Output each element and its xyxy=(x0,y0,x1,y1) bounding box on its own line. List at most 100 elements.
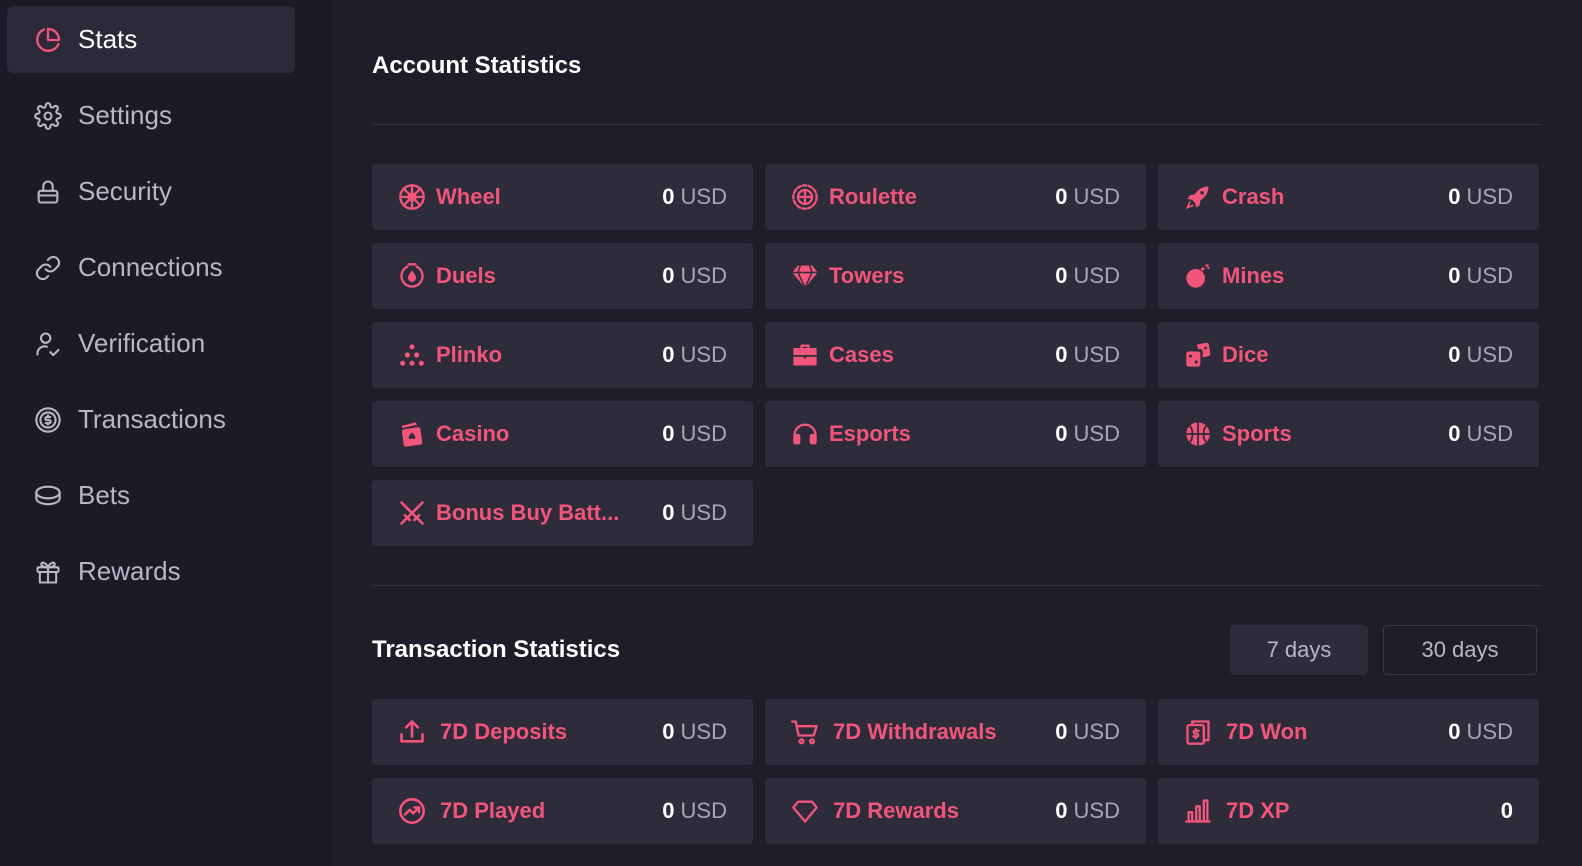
sidebar-item-security[interactable]: Security xyxy=(7,158,295,225)
gem-outline-icon xyxy=(791,797,819,825)
stat-card-label: 7D Won xyxy=(1226,719,1308,744)
divider xyxy=(372,124,1541,125)
sidebar-item-verification[interactable]: Verification xyxy=(7,310,295,377)
stat-card-value: 0 USD xyxy=(1055,421,1120,446)
stat-card-value: 0 USD xyxy=(662,500,727,525)
sidebar-item-stats[interactable]: Stats xyxy=(7,6,295,73)
stat-card-wheel[interactable]: Wheel 0 USD xyxy=(372,164,753,230)
upload-icon xyxy=(398,718,426,746)
stat-card-label: Bonus Buy Batt... xyxy=(436,500,620,525)
stat-card-7d-deposits[interactable]: 7D Deposits 0 USD xyxy=(372,699,753,765)
stat-card-value: 0 USD xyxy=(1055,263,1120,288)
stat-card-label: Dice xyxy=(1222,342,1269,367)
stat-card-value: 0 USD xyxy=(662,263,727,288)
stat-card-label: 7D Played xyxy=(440,798,546,823)
account-statistics-title: Account Statistics xyxy=(372,52,582,79)
stat-card-value: 0 USD xyxy=(1055,798,1120,823)
stat-card-label: Casino xyxy=(436,421,510,446)
stat-card-dice[interactable]: Dice 0 USD xyxy=(1158,322,1539,388)
stat-card-value: 0 USD xyxy=(1055,719,1120,744)
stat-card-plinko[interactable]: Plinko 0 USD xyxy=(372,322,753,388)
stat-card-7d-rewards[interactable]: 7D Rewards 0 USD xyxy=(765,778,1146,844)
stat-card-duels[interactable]: Duels 0 USD xyxy=(372,243,753,309)
sidebar: Stats Settings Security Connections Veri… xyxy=(0,0,333,866)
stat-card-value: 0 USD xyxy=(662,184,727,209)
cards-icon xyxy=(398,420,426,448)
money-icon xyxy=(1184,718,1212,746)
stat-card-bonus-buy-battles[interactable]: Bonus Buy Batt... 0 USD xyxy=(372,480,753,546)
bar-chart-icon xyxy=(1184,797,1212,825)
gift-icon xyxy=(34,558,62,586)
sidebar-item-rewards[interactable]: Rewards xyxy=(7,538,295,605)
stat-card-cases[interactable]: Cases 0 USD xyxy=(765,322,1146,388)
period-30-days-button[interactable]: 30 days xyxy=(1383,625,1537,675)
stat-card-value: 0 USD xyxy=(1448,184,1513,209)
stat-card-value: 0 USD xyxy=(1448,421,1513,446)
stat-card-label: 7D XP xyxy=(1226,798,1290,823)
pie-chart-icon xyxy=(34,26,62,54)
crossed-swords-icon xyxy=(398,499,426,527)
stat-card-value: 0 USD xyxy=(1448,263,1513,288)
stat-card-sports[interactable]: Sports 0 USD xyxy=(1158,401,1539,467)
stat-card-label: Roulette xyxy=(829,184,917,209)
sidebar-item-settings[interactable]: Settings xyxy=(7,82,295,149)
stat-card-7d-xp[interactable]: 7D XP 0 xyxy=(1158,778,1539,844)
sidebar-item-label: Connections xyxy=(78,252,223,282)
sidebar-item-label: Security xyxy=(78,176,172,206)
dice-icon xyxy=(1184,341,1212,369)
sidebar-item-label: Verification xyxy=(78,328,206,358)
user-check-icon xyxy=(34,330,62,358)
stat-card-value: 0 xyxy=(1500,798,1513,823)
stat-card-label: Mines xyxy=(1222,263,1285,288)
stat-card-value: 0 USD xyxy=(1448,719,1513,744)
rocket-icon xyxy=(1184,183,1212,211)
duels-icon xyxy=(398,262,426,290)
briefcase-icon xyxy=(791,341,819,369)
diamond-icon xyxy=(791,262,819,290)
sidebar-item-transactions[interactable]: Transactions xyxy=(7,386,295,453)
stat-card-esports[interactable]: Esports 0 USD xyxy=(765,401,1146,467)
sidebar-item-bets[interactable]: Bets xyxy=(7,462,295,529)
stat-card-label: Cases xyxy=(829,342,894,367)
lock-icon xyxy=(34,178,62,206)
stat-card-value: 0 USD xyxy=(662,719,727,744)
headset-icon xyxy=(791,420,819,448)
stat-card-crash[interactable]: Crash 0 USD xyxy=(1158,164,1539,230)
sidebar-item-label: Rewards xyxy=(78,556,181,586)
sidebar-item-label: Transactions xyxy=(78,404,226,434)
sidebar-item-connections[interactable]: Connections xyxy=(7,234,295,301)
stat-card-7d-played[interactable]: 7D Played 0 USD xyxy=(372,778,753,844)
main-content: Account Statistics Wheel 0 USD Roulette 0… xyxy=(333,0,1582,866)
stat-card-7d-withdrawals[interactable]: 7D Withdrawals 0 USD xyxy=(765,699,1146,765)
stat-card-value: 0 USD xyxy=(1448,342,1513,367)
stat-card-label: Esports xyxy=(829,421,911,446)
stat-card-7d-won[interactable]: 7D Won 0 USD xyxy=(1158,699,1539,765)
sidebar-item-label: Stats xyxy=(78,24,138,54)
stat-card-value: 0 USD xyxy=(662,342,727,367)
stat-card-label: Towers xyxy=(829,263,905,288)
stat-card-casino[interactable]: Casino 0 USD xyxy=(372,401,753,467)
stat-card-label: 7D Rewards xyxy=(833,798,959,823)
stat-card-towers[interactable]: Towers 0 USD xyxy=(765,243,1146,309)
sidebar-item-label: Bets xyxy=(78,480,131,510)
basketball-icon xyxy=(1184,420,1212,448)
cart-icon xyxy=(791,718,819,746)
coin-stack-icon xyxy=(34,482,62,510)
wheel-icon xyxy=(398,183,426,211)
transaction-statistics-title: Transaction Statistics xyxy=(372,636,621,663)
stat-card-mines[interactable]: Mines 0 USD xyxy=(1158,243,1539,309)
stat-card-label: Plinko xyxy=(436,342,503,367)
stat-card-roulette[interactable]: Roulette 0 USD xyxy=(765,164,1146,230)
plinko-icon xyxy=(398,341,426,369)
stat-card-value: 0 USD xyxy=(662,798,727,823)
stat-card-label: 7D Withdrawals xyxy=(833,719,997,744)
stat-card-value: 0 USD xyxy=(662,421,727,446)
stat-card-value: 0 USD xyxy=(1055,342,1120,367)
stat-card-label: 7D Deposits xyxy=(440,719,568,744)
stat-card-label: Duels xyxy=(436,263,496,288)
dollar-coin-icon xyxy=(34,406,62,434)
divider xyxy=(372,585,1541,586)
stat-card-label: Sports xyxy=(1222,421,1292,446)
stat-card-label: Wheel xyxy=(436,184,501,209)
period-7-days-button[interactable]: 7 days xyxy=(1230,625,1368,675)
